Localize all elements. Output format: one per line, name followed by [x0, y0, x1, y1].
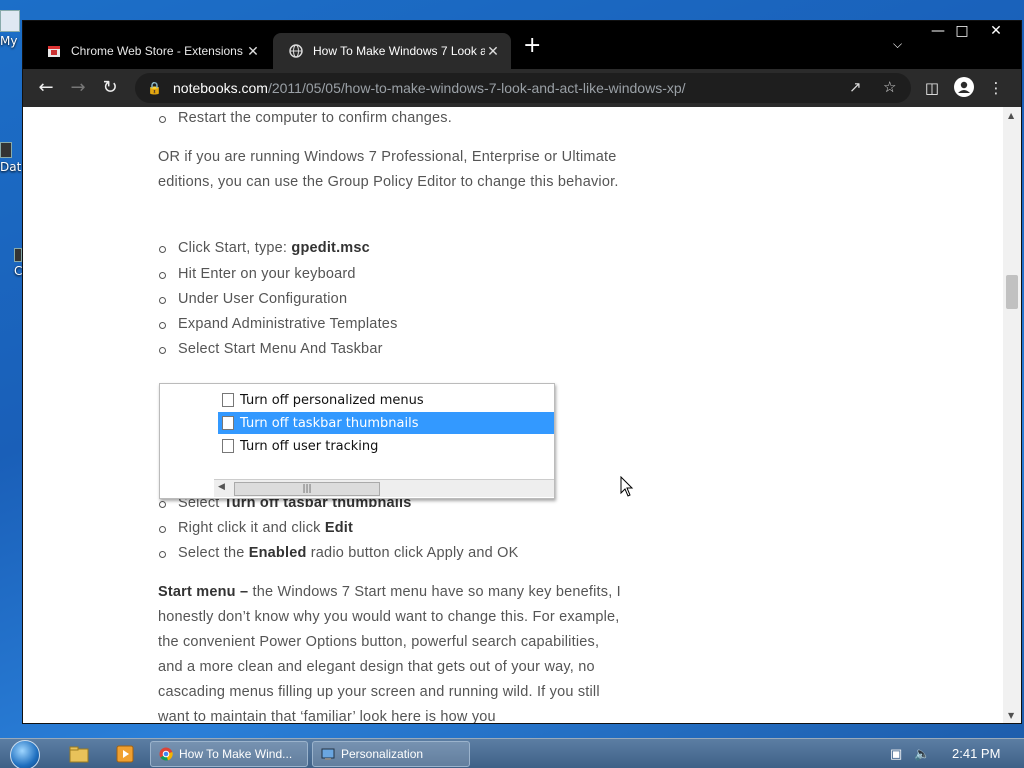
tab-title: Chrome Web Store - Extensions [71, 44, 243, 58]
scroll-thumb: ||| [234, 482, 380, 496]
mouse-cursor-icon [620, 476, 634, 497]
drive-icon [0, 142, 12, 158]
network-icon[interactable]: ▣ [890, 746, 902, 762]
start-button[interactable] [10, 740, 40, 768]
minimize-button[interactable]: — [925, 21, 951, 41]
url-host: notebooks.com [173, 80, 268, 96]
list-item: Select the Enabled radio button click Ap… [158, 545, 519, 561]
policy-row: Turn off personalized menus [218, 389, 554, 411]
desktop-icon-my-computer[interactable]: My [0, 10, 20, 48]
close-tab-icon[interactable]: ✕ [245, 43, 261, 60]
browser-window: Chrome Web Store - Extensions ✕ How To M… [22, 20, 1022, 724]
step-bold: gpedit.msc [291, 240, 370, 256]
close-window-button[interactable]: ✕ [983, 21, 1009, 41]
bookmark-star-icon[interactable]: ☆ [883, 73, 896, 103]
taskbar-item-label: Personalization [341, 747, 424, 761]
browser-toolbar: ← → ↻ 🔒 notebooks.com/2011/05/05/how-to-… [23, 69, 1021, 107]
tab-chrome-web-store[interactable]: Chrome Web Store - Extensions ✕ [31, 33, 271, 69]
list-item: Right click it and click Edit [158, 520, 354, 536]
tab-title: How To Make Windows 7 Look and [313, 44, 485, 58]
paragraph-start-menu: Start menu – the Windows 7 Start menu ha… [158, 580, 628, 724]
volume-icon[interactable]: 🔈 [914, 746, 930, 762]
url-path: /2011/05/05/how-to-make-windows-7-look-a… [267, 80, 686, 96]
computer-icon [0, 10, 20, 32]
policy-row-label: Turn off taskbar thumbnails [240, 415, 419, 431]
scroll-down-arrow-icon[interactable]: ▼ [1008, 711, 1014, 720]
policy-row-label: Turn off personalized menus [240, 392, 424, 408]
back-button[interactable]: ← [34, 77, 58, 99]
address-bar[interactable]: 🔒 notebooks.com/2011/05/05/how-to-make-w… [135, 73, 911, 103]
list-item: Hit Enter on your keyboard [159, 266, 356, 282]
desktop-icon-label: My [0, 34, 18, 48]
new-tab-button[interactable]: + [523, 35, 541, 57]
policy-setting-icon [222, 416, 234, 430]
drive-icon [14, 248, 22, 262]
tab-search-chevron-icon[interactable]: ⌵ [893, 37, 902, 52]
step-bold: Enabled [248, 545, 307, 561]
step-text: Right click it and click [178, 520, 325, 536]
clock[interactable]: 2:41 PM [952, 746, 1000, 761]
list-item: Click Start, type: gpedit.msc [159, 240, 370, 256]
group-policy-screenshot: Turn off personalized menus Turn off tas… [159, 383, 555, 499]
list-item: Expand Administrative Templates [159, 316, 398, 332]
more-menu-icon[interactable]: ⋮ [985, 77, 1007, 99]
tab-how-to-make-windows[interactable]: How To Make Windows 7 Look and ✕ [273, 33, 511, 69]
taskbar-item-chrome[interactable]: How To Make Wind... [150, 741, 308, 767]
start-menu-text: the Windows 7 Start menu have so many ke… [158, 584, 621, 724]
scroll-left-arrow-icon: ◀ [218, 482, 225, 492]
scroll-up-arrow-icon[interactable]: ▲ [1008, 111, 1014, 120]
policy-row: Turn off user tracking [218, 435, 554, 457]
maximize-button[interactable]: □ [949, 21, 975, 41]
chrome-icon [159, 747, 173, 761]
tab-strip: Chrome Web Store - Extensions ✕ How To M… [23, 21, 1021, 69]
page-viewport: Restart the computer to confirm changes.… [23, 107, 1003, 724]
page-scrollbar[interactable]: ▲ ▼ [1003, 107, 1021, 723]
start-menu-heading: Start menu – [158, 584, 249, 600]
step-bold: Edit [324, 520, 354, 536]
profile-avatar-svg [954, 77, 974, 97]
chrome-web-store-icon [48, 46, 60, 57]
policy-setting-icon [222, 393, 234, 407]
reload-button[interactable]: ↻ [98, 77, 122, 99]
lock-icon[interactable]: 🔒 [147, 81, 163, 95]
scrollbar-thumb[interactable] [1006, 275, 1018, 309]
list-item: Select Start Menu And Taskbar [159, 341, 383, 357]
step-text: Click Start, type: [178, 240, 292, 256]
policy-setting-icon [222, 439, 234, 453]
desktop-icon-label: Dat [0, 160, 22, 174]
globe-icon [289, 44, 303, 58]
profile-avatar-icon[interactable] [953, 77, 975, 99]
policy-row-selected: Turn off taskbar thumbnails [218, 412, 554, 434]
list-item: Under User Configuration [158, 291, 348, 307]
desktop-icon-data[interactable]: Dat [0, 142, 21, 174]
close-tab-icon[interactable]: ✕ [485, 43, 501, 60]
step-text: radio button click Apply and OK [306, 545, 519, 561]
forward-button[interactable]: → [66, 77, 90, 99]
media-player-icon[interactable] [114, 743, 136, 765]
list-item: Restart the computer to confirm changes. [159, 110, 452, 126]
screenshot-horizontal-scrollbar: ◀ ||| [214, 479, 554, 497]
policy-row-label: Turn off user tracking [240, 438, 379, 454]
explorer-folder-icon[interactable] [68, 743, 90, 765]
share-icon[interactable]: ↗ [849, 73, 862, 103]
taskbar-item-personalization[interactable]: Personalization [312, 741, 470, 767]
paragraph-or: OR if you are running Windows 7 Professi… [158, 149, 619, 190]
side-panel-icon[interactable]: ◫ [921, 77, 943, 99]
taskbar: How To Make Wind... Personalization ▣ 🔈 … [0, 738, 1024, 768]
taskbar-item-label: How To Make Wind... [179, 747, 293, 761]
personalization-icon [321, 748, 335, 760]
step-text: Select the [178, 545, 249, 561]
